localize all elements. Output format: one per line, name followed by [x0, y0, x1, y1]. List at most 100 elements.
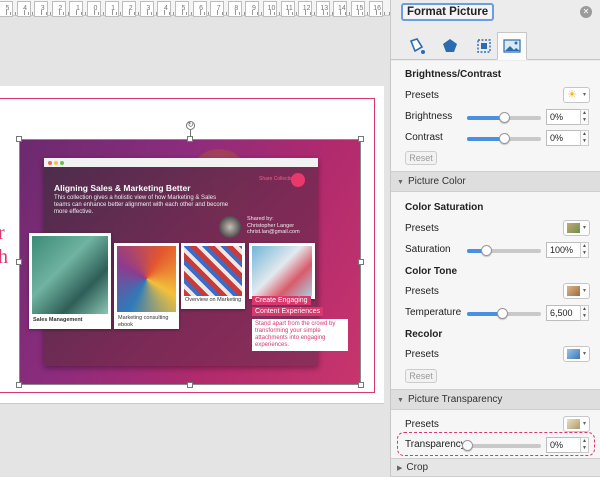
tab-size-and-properties[interactable] [469, 32, 499, 60]
ruler-tick [358, 10, 359, 15]
ruler-tick [146, 10, 148, 15]
crop-header[interactable]: ▶ Crop [391, 458, 600, 477]
ruler-tick [182, 10, 183, 15]
picture-icon [503, 39, 521, 53]
resize-handle[interactable] [358, 259, 364, 265]
resize-handle[interactable] [187, 382, 193, 388]
pentagon-icon [443, 39, 457, 52]
ruler-tick [252, 10, 254, 15]
ruler-tick [63, 12, 65, 15]
format-picture-pane: Format Picture ✕ Brightness/Contrast Pre… [390, 0, 600, 477]
saturation-field[interactable]: 100% [546, 242, 581, 258]
section-subheading: Brightness/Contrast [405, 69, 502, 80]
paint-bucket-icon [409, 38, 425, 54]
image-thumbnail-icon [567, 223, 580, 233]
ruler-tick [199, 10, 201, 15]
slide-text-fragment: r [0, 222, 5, 244]
contrast-field[interactable]: 0% [546, 130, 581, 146]
ruler-tick [10, 12, 12, 15]
chevron-down-icon: ▼ [397, 179, 404, 186]
ruler-tick [45, 12, 47, 15]
slider-knob[interactable] [481, 245, 492, 256]
resize-handle[interactable] [16, 136, 22, 142]
ruler-tick [6, 10, 7, 15]
chevron-down-icon: ▾ [582, 421, 586, 427]
slider-knob[interactable] [499, 112, 510, 123]
brightness-label: Brightness [405, 111, 453, 122]
ruler-tick [292, 12, 293, 15]
rotate-handle-icon[interactable]: ↻ [186, 121, 195, 130]
temperature-stepper[interactable]: ▲ ▼ [580, 305, 589, 321]
ruler-tick [362, 12, 364, 15]
temperature-field[interactable]: 6,500 [546, 305, 581, 321]
image-thumbnail-icon [567, 349, 580, 359]
horizontal-ruler: 5 4 3 2 1 0 1 2 3 4 5 6 7 8 9 10 11 12 13 14 15 16 [0, 0, 390, 17]
brightness-stepper[interactable]: ▲ ▼ [580, 109, 589, 125]
contrast-slider[interactable] [467, 133, 541, 144]
slider-knob[interactable] [497, 308, 508, 319]
image-thumbnail-icon [567, 286, 580, 296]
color-reset-button[interactable]: Reset [405, 369, 437, 383]
ruler-tick [344, 12, 346, 15]
saturation-label: Saturation [405, 244, 451, 255]
picture-transparency-header[interactable]: ▼ Picture Transparency [391, 389, 600, 410]
brightness-field[interactable]: 0% [546, 109, 581, 125]
ruler-tick [80, 12, 82, 15]
brightness-presets-dropdown[interactable]: ☀ ▾ [563, 87, 590, 103]
ruler-tick [151, 12, 153, 15]
sun-icon: ☀ [567, 89, 577, 101]
resize-handle[interactable] [187, 136, 193, 142]
ruler-tick [28, 12, 29, 15]
ruler-tick [274, 12, 276, 15]
tab-effects[interactable] [435, 32, 465, 60]
section-heading: Picture Color [407, 176, 466, 187]
ruler-tick [340, 10, 342, 15]
transparency-highlight [397, 432, 595, 456]
ruler-tick [327, 12, 329, 15]
tone-presets-dropdown[interactable]: ▾ [563, 283, 590, 299]
ruler-tick [270, 10, 271, 15]
presets-label: Presets [405, 223, 439, 234]
resize-handle[interactable] [16, 259, 22, 265]
brightness-contrast-section: Brightness/Contrast Presets ☀ ▾ Brightnes… [391, 61, 600, 171]
ruler-tick [287, 10, 289, 15]
ruler-tick [76, 10, 78, 15]
saturation-slider[interactable] [467, 245, 541, 256]
tab-picture[interactable] [497, 32, 527, 60]
slider-knob[interactable] [499, 133, 510, 144]
ruler-tick [322, 10, 324, 15]
close-icon[interactable]: ✕ [580, 6, 592, 18]
chevron-down-icon: ▾ [582, 225, 586, 231]
ruler-tick [58, 10, 60, 15]
transparency-presets-dropdown[interactable]: ▾ [563, 416, 590, 432]
ruler-tick [23, 10, 25, 15]
resize-handle[interactable] [358, 136, 364, 142]
tab-fill-and-line[interactable] [401, 32, 431, 60]
ruler-tick [375, 10, 377, 15]
ruler-tick [41, 10, 43, 15]
resize-handle[interactable] [358, 382, 364, 388]
recolor-presets-dropdown[interactable]: ▾ [563, 346, 590, 362]
picture-color-section: Color Saturation Presets ▾ Saturation 10… [391, 192, 600, 390]
ruler-tick [380, 12, 381, 15]
chevron-down-icon: ▾ [582, 351, 586, 357]
brightness-slider[interactable] [467, 112, 541, 123]
temperature-slider[interactable] [467, 308, 541, 319]
ruler-tick [168, 12, 170, 15]
brightness-reset-button[interactable]: Reset [405, 151, 437, 165]
contrast-label: Contrast [405, 132, 443, 143]
ruler-tick [305, 10, 307, 15]
presets-label: Presets [405, 90, 439, 101]
temperature-label: Temperature [405, 307, 462, 318]
contrast-stepper[interactable]: ▲ ▼ [580, 130, 589, 146]
saturation-presets-dropdown[interactable]: ▾ [563, 220, 590, 236]
chevron-down-icon: ▼ [397, 397, 404, 404]
slide-canvas[interactable]: 5 4 3 2 1 0 1 2 3 4 5 6 7 8 9 10 11 12 13 14 15 16 r h Aligni… [0, 0, 390, 477]
section-heading: Picture Transparency [407, 394, 503, 405]
ruler-tick [309, 12, 311, 15]
resize-handle[interactable] [16, 382, 22, 388]
chevron-right-icon: ▶ [397, 465, 403, 472]
presets-label: Presets [405, 419, 439, 430]
saturation-stepper[interactable]: ▲ ▼ [580, 242, 589, 258]
picture-color-header[interactable]: ▼ Picture Color [391, 171, 600, 192]
